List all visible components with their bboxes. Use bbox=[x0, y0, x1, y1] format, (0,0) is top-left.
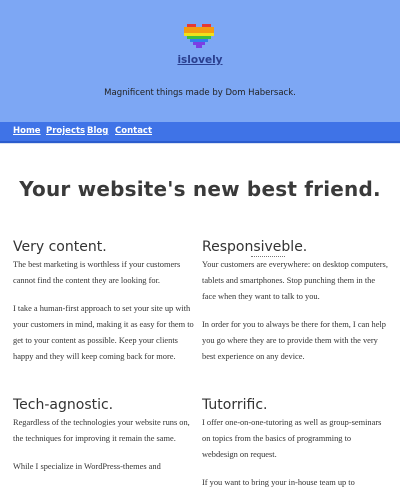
nav-home-link[interactable]: Home bbox=[13, 126, 41, 136]
nav-divider bbox=[0, 143, 400, 150]
nav-projects-link[interactable]: Projects bbox=[46, 126, 85, 136]
section-paragraph: If you want to bring your in-house team … bbox=[202, 478, 355, 487]
main-nav: Home Projects Blog Contact bbox=[0, 122, 400, 143]
section-paragraph: Your customers are everywhere: on deskto… bbox=[202, 260, 388, 301]
section-paragraph: Regardless of the technologies your webs… bbox=[13, 418, 190, 443]
section-text-content: The best marketing is worthless if your … bbox=[13, 257, 199, 377]
section-paragraph: I offer one-on-one-tutoring as well as g… bbox=[202, 418, 382, 459]
section-title-responsive: Responsiveble. bbox=[202, 239, 308, 255]
section-text-responsive: Your customers are everywhere: on deskto… bbox=[202, 257, 388, 377]
nav-blog-link[interactable]: Blog bbox=[87, 126, 108, 136]
rainbow-heart-logo-icon[interactable] bbox=[184, 24, 214, 51]
section-paragraph: While I specialize in WordPress-themes a… bbox=[13, 462, 161, 471]
hero-title: Your website's new best friend. bbox=[19, 177, 381, 201]
section-title-tutorrific: Tutorrific. bbox=[202, 397, 268, 413]
nav-contact-link[interactable]: Contact bbox=[115, 126, 152, 136]
section-paragraph: In order for you to always be there for … bbox=[202, 320, 386, 361]
site-tagline: Magnificent things made by Dom Habersack… bbox=[104, 88, 296, 98]
section-text-tutorrific: I offer one-on-one-tutoring as well as g… bbox=[202, 415, 388, 503]
site-header: islovely Magnificent things made by Dom … bbox=[0, 0, 400, 122]
section-text-agnostic: Regardless of the technologies your webs… bbox=[13, 415, 199, 487]
section-title-content: Very content. bbox=[13, 239, 107, 255]
site-brand-link[interactable]: islovely bbox=[0, 54, 400, 66]
section-title-agnostic: Tech-agnostic. bbox=[13, 397, 114, 413]
section-paragraph: I take a human-first approach to set you… bbox=[13, 304, 194, 361]
section-paragraph: The best marketing is worthless if your … bbox=[13, 260, 181, 285]
